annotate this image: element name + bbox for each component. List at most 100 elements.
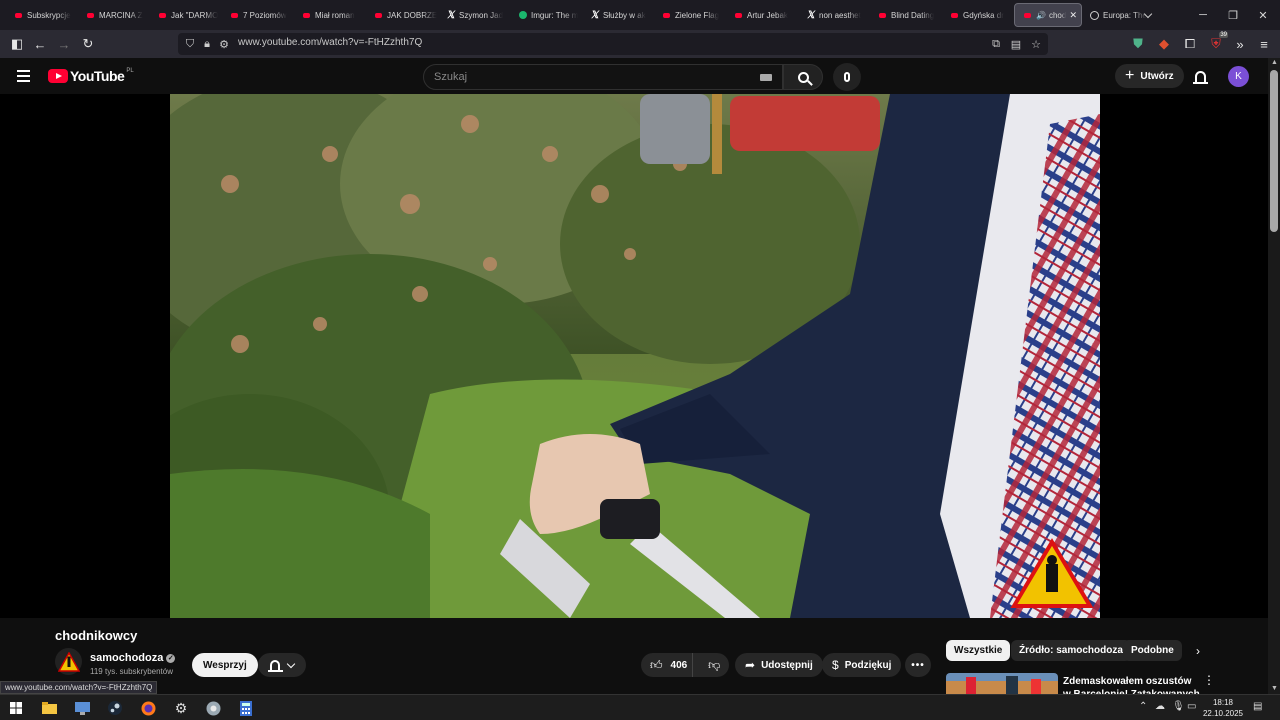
notifications-button[interactable]: [1190, 66, 1210, 86]
browser-tab[interactable]: MARCINA Z: [78, 0, 150, 30]
search-button[interactable]: [783, 64, 823, 90]
steam-icon[interactable]: [106, 699, 124, 717]
url-bar[interactable]: ⛉ 🔒︎ ⚙ www.youtube.com/watch?v=-FtHZzhth…: [178, 33, 1048, 55]
video-frame[interactable]: [170, 94, 1100, 618]
youtube-icon: [374, 11, 383, 20]
scrollbar-thumb[interactable]: [1270, 70, 1278, 232]
imgur-icon: [518, 11, 527, 20]
avatar[interactable]: K: [1228, 66, 1249, 87]
overflow-chevrons-icon[interactable]: »: [1230, 34, 1250, 54]
notifications-icon[interactable]: ▤: [1253, 701, 1262, 712]
browser-tab[interactable]: Zielone Flag: [654, 0, 726, 30]
browser-tab[interactable]: 𝕏 Służby w ak: [582, 0, 654, 30]
chevron-down-icon: [286, 659, 296, 668]
youtube-logo[interactable]: YouTube PL: [48, 68, 134, 84]
file-explorer-icon[interactable]: [40, 699, 58, 717]
tray-chevron-up-icon[interactable]: ⌃: [1139, 701, 1147, 712]
browser-tab[interactable]: Gdyńska dr: [942, 0, 1014, 30]
recommendation-title[interactable]: Zdemaskowałem oszustów w Barcelonie! Zat…: [1063, 675, 1201, 694]
reload-icon[interactable]: ↻: [78, 34, 98, 54]
video-still: [170, 94, 1100, 618]
speaker-icon[interactable]: 🔊: [1036, 11, 1046, 20]
bookmark-star-icon[interactable]: ☆: [1028, 36, 1044, 52]
back-icon[interactable]: ←: [30, 34, 50, 54]
minimize-icon[interactable]: ─: [1196, 0, 1210, 30]
like-button[interactable]: 👍︎ 406: [641, 653, 694, 677]
notification-settings-button[interactable]: [258, 653, 306, 677]
sidebar-toggle-icon[interactable]: ◧: [7, 34, 27, 54]
chip-related[interactable]: Podobne: [1123, 640, 1182, 661]
chevron-right-icon[interactable]: ›: [1190, 642, 1206, 660]
app-menu-icon[interactable]: ≡: [1254, 34, 1274, 54]
browser-tab[interactable]: Imgur: The m: [510, 0, 582, 30]
recommendation-thumbnail[interactable]: [946, 673, 1058, 694]
close-tab-icon[interactable]: ✕: [1069, 10, 1077, 21]
browser-tab[interactable]: Miał roman: [294, 0, 366, 30]
channel-name[interactable]: samochodoza ✓: [90, 652, 176, 664]
extensions-puzzle-icon[interactable]: ⧠: [1180, 34, 1200, 54]
shield-icon[interactable]: ⛉: [182, 36, 198, 52]
search-placeholder: Szukaj: [434, 71, 468, 83]
chip-all[interactable]: Wszystkie: [946, 640, 1011, 661]
tab-list-chevron-icon[interactable]: [1140, 0, 1156, 30]
browser-tab[interactable]: Artur Jebak: [726, 0, 798, 30]
browser-tab[interactable]: Subskrypcje: [6, 0, 78, 30]
scroll-down-icon[interactable]: ▼: [1271, 685, 1278, 692]
thanks-button[interactable]: $ Podziękuj: [822, 653, 902, 677]
url-text[interactable]: www.youtube.com/watch?v=-FtHZzhth7Q: [238, 37, 422, 48]
picture-in-picture-icon[interactable]: ⧉: [988, 36, 1004, 52]
super-thanks-icon: $: [832, 658, 839, 672]
reader-view-icon[interactable]: ▤: [1008, 36, 1024, 52]
kebab-menu-icon[interactable]: ⋮: [1203, 673, 1215, 689]
browser-tab[interactable]: 𝕏 Szymon Jad: [438, 0, 510, 30]
close-window-icon[interactable]: ✕: [1256, 0, 1270, 30]
chip-source[interactable]: Źródło: samochodoza: [1011, 640, 1131, 661]
windows-start-icon[interactable]: [7, 699, 25, 717]
voice-search-button[interactable]: [833, 63, 861, 91]
guide-menu-icon[interactable]: [14, 66, 34, 86]
search-icon: [797, 71, 809, 83]
maximize-icon[interactable]: ❐: [1226, 0, 1240, 30]
youtube-icon: [1023, 11, 1032, 20]
create-button[interactable]: + Utwórz: [1115, 64, 1184, 88]
scroll-up-icon[interactable]: ▲: [1271, 59, 1278, 66]
globe-icon: [1090, 10, 1099, 20]
browser-tab[interactable]: 7 Poziomów: [222, 0, 294, 30]
settings-gear-icon[interactable]: ⚙: [172, 699, 190, 717]
page-scrollbar[interactable]: ▲ ▼: [1268, 58, 1280, 694]
link-status-bar: www.youtube.com/watch?v=-FtHZzhth7Q: [0, 681, 158, 694]
forward-icon[interactable]: →: [54, 34, 74, 54]
extension-shield-icon[interactable]: ⛊: [1128, 34, 1148, 54]
browser-tab-strip: Subskrypcje MARCINA Z Jak "DARMO 7 Pozio…: [0, 0, 1280, 30]
browser-tab-active[interactable]: 🔊 chod ✕: [1014, 3, 1082, 27]
share-button[interactable]: ➦ Udostępnij: [735, 653, 823, 677]
youtube-icon: [230, 11, 239, 20]
extension-ublock-icon[interactable]: ⛨ 39: [1206, 32, 1228, 54]
support-button[interactable]: Wesprzyj: [192, 653, 258, 677]
onedrive-cloud-icon[interactable]: ☁: [1155, 701, 1165, 712]
search-input[interactable]: Szukaj: [423, 64, 783, 90]
calculator-icon[interactable]: [237, 699, 255, 717]
computer-icon[interactable]: [73, 699, 91, 717]
channel-avatar[interactable]: [55, 648, 82, 675]
firefox-icon[interactable]: [139, 699, 157, 717]
permissions-icon[interactable]: ⚙: [216, 36, 232, 52]
extension-fox-icon[interactable]: ◆: [1154, 34, 1174, 54]
x-icon: 𝕏: [590, 9, 599, 21]
dislike-button[interactable]: 👎︎: [699, 653, 729, 677]
microphone-tray-icon[interactable]: 🎙︎: [1172, 701, 1185, 712]
more-actions-button[interactable]: •••: [905, 653, 931, 677]
taskbar-clock[interactable]: 18:18 22.10.2025: [1196, 697, 1250, 719]
browser-tab[interactable]: 𝕏non aesthet: [798, 0, 870, 30]
lock-icon[interactable]: 🔒︎: [199, 36, 215, 52]
browser-tab[interactable]: Blind Dating: [870, 0, 942, 30]
youtube-masthead: YouTube PL Szukaj + Utwórz K: [0, 58, 1268, 94]
browser-tab[interactable]: Jak "DARMO: [150, 0, 222, 30]
browser-nav-bar: ◧ ← → ↻ ⛉ 🔒︎ ⚙ www.youtube.com/watch?v=-…: [0, 30, 1280, 58]
youtube-icon: [158, 11, 167, 20]
browser-tab[interactable]: JAK DOBRZE: [366, 0, 438, 30]
x-icon: 𝕏: [446, 9, 455, 21]
keyboard-icon[interactable]: [760, 74, 772, 81]
video-player[interactable]: [0, 94, 1268, 618]
app-icon[interactable]: [204, 699, 222, 717]
